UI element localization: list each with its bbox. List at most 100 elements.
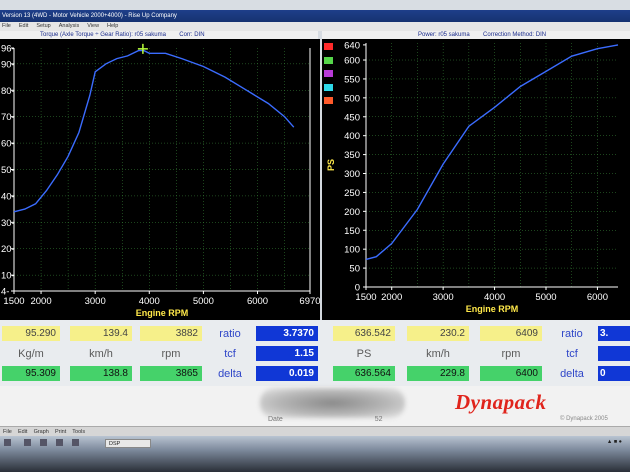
x-tick-label: 4000 xyxy=(139,296,160,307)
torque-panel-header: Torque (Axle Torque ÷ Gear Ratio): r05 s… xyxy=(0,31,318,39)
x-tick-label: 6000 xyxy=(587,292,608,303)
power-ratio-label: ratio xyxy=(561,328,583,340)
power-delta-label: delta xyxy=(560,368,584,380)
quicklaunch-icon-3[interactable] xyxy=(56,439,63,446)
y-tick-label: 200 xyxy=(344,207,360,218)
window-title: Version 13 (4WD - Motor Vehicle 2000+400… xyxy=(2,13,177,19)
y-tick-label: 150 xyxy=(344,226,360,237)
y-tick-label: 640 xyxy=(344,40,360,51)
power-panel-title: Power: r05 sakuma xyxy=(418,32,470,38)
torque-peak-speed: 138.8 xyxy=(70,366,132,381)
series-line-1 xyxy=(365,44,619,261)
taskbar-window-button[interactable]: DSP xyxy=(105,439,151,448)
x-axis-title: Engine RPM xyxy=(136,308,189,318)
y-tick-label: 60- xyxy=(1,139,15,150)
torque-speed-unit: km/h xyxy=(89,348,113,360)
menu-edit[interactable]: Edit xyxy=(19,22,28,31)
torque-peak-rpm: 3865 xyxy=(140,366,202,381)
torque-current-value: 95.290 xyxy=(2,326,60,341)
series-line-1 xyxy=(13,49,295,213)
x-tick-label: 1500 xyxy=(3,296,24,307)
x-tick-label: 2000 xyxy=(381,292,402,303)
y-tick-label: 100 xyxy=(344,245,360,256)
power-panel-header: Power: r05 sakuma Correction Method: DIN xyxy=(322,31,630,39)
power-tcf-value[interactable] xyxy=(598,346,630,361)
x-axis-title: Engine RPM xyxy=(466,304,519,314)
y-tick-label: 600 xyxy=(344,56,360,67)
y-tick-label: 550 xyxy=(344,74,360,85)
torque-ratio-value[interactable]: 3.7370 xyxy=(256,326,318,341)
y-tick-label: 30- xyxy=(1,218,15,229)
x-tick-label: 3000 xyxy=(85,296,106,307)
y-tick-label: 90- xyxy=(1,59,15,70)
legend-swatch-1[interactable] xyxy=(324,43,333,50)
power-rpm-unit: rpm xyxy=(501,348,521,360)
x-tick-label: 6000 xyxy=(247,296,268,307)
legend-swatch-5[interactable] xyxy=(324,97,333,104)
torque-chart[interactable]: 4- 10- 20- 30- 40- 50- 60- 70- 80- 90- 96- 1500 2000… xyxy=(0,39,320,320)
y-tick-label: 70- xyxy=(1,112,15,123)
power-current-rpm: 6409 xyxy=(480,326,542,341)
y-tick-label: 400 xyxy=(344,131,360,142)
readout-panel: 95.290 139.4 3882 ratio 3.7370 Kg/m km/h… xyxy=(0,320,630,386)
start-icon[interactable] xyxy=(4,439,11,446)
logo-subtitle: © Dynapack 2005 xyxy=(560,416,608,422)
menu-setup[interactable]: Setup xyxy=(36,22,50,31)
y-tick-label: 300 xyxy=(344,169,360,180)
power-current-speed: 230.2 xyxy=(407,326,469,341)
system-tray: ▲ ■ ● xyxy=(606,439,622,445)
power-peak-speed: 229.8 xyxy=(407,366,469,381)
quicklaunch-icon-2[interactable] xyxy=(40,439,47,446)
date-field: Date 52 xyxy=(268,416,383,423)
y-axis-title: PS xyxy=(326,159,336,171)
y-tick-label: 96- xyxy=(1,44,15,55)
y-tick-label: 20- xyxy=(1,244,15,255)
torque-delta-value[interactable]: 0.019 xyxy=(256,366,318,381)
menu-analysis[interactable]: Analysis xyxy=(59,22,79,31)
x-tick-label: 5000 xyxy=(193,296,214,307)
menu-view[interactable]: View xyxy=(87,22,99,31)
torque-correction: Corr: DIN xyxy=(179,32,205,38)
torque-tcf-label: tcf xyxy=(224,348,236,360)
redacted-customer-info xyxy=(260,388,405,418)
x-tick-label: 2000 xyxy=(30,296,51,307)
menu-help[interactable]: Help xyxy=(107,22,118,31)
power-correction: Correction Method: DIN xyxy=(483,32,547,38)
torque-tcf-value[interactable]: 1.15 xyxy=(256,346,318,361)
torque-peak-value: 95.309 xyxy=(2,366,60,381)
y-tick-label: 80- xyxy=(1,86,15,97)
power-chart[interactable]: 0 50 100 150 200 250 300 350 400 450 500 550 600 640 1… xyxy=(322,39,630,320)
y-tick-label: 50- xyxy=(1,165,15,176)
x-tick-label: 6970 xyxy=(299,296,320,307)
quicklaunch-icon-1[interactable] xyxy=(24,439,31,446)
x-tick-label: 1500 xyxy=(355,292,376,303)
torque-current-rpm: 3882 xyxy=(140,326,202,341)
power-tcf-label: tcf xyxy=(566,348,578,360)
menu-file[interactable]: File xyxy=(2,22,11,31)
y-tick-label: 350 xyxy=(344,150,360,161)
x-tick-label: 3000 xyxy=(433,292,454,303)
power-current-value: 636.542 xyxy=(333,326,395,341)
dynapack-logo: Dynapack xyxy=(455,390,547,414)
y-tick-label: 10- xyxy=(1,271,15,282)
x-tick-label: 5000 xyxy=(535,292,556,303)
window-title-bar: Version 13 (4WD - Motor Vehicle 2000+400… xyxy=(0,10,630,22)
legend-swatch-2[interactable] xyxy=(324,57,333,64)
power-chart-svg: 0501001502002503003504004505005506006401… xyxy=(326,40,619,314)
y-tick-label: 450 xyxy=(344,112,360,123)
power-delta-value[interactable]: 0 xyxy=(598,366,630,381)
torque-delta-label: delta xyxy=(218,368,242,380)
torque-current-speed: 139.4 xyxy=(70,326,132,341)
dyno-screen: Version 13 (4WD - Motor Vehicle 2000+400… xyxy=(0,0,630,472)
legend-swatch-3[interactable] xyxy=(324,70,333,77)
y-tick-label: 50 xyxy=(349,264,360,275)
power-speed-unit: km/h xyxy=(426,348,450,360)
power-ratio-value[interactable]: 3. xyxy=(598,326,630,341)
torque-rpm-unit: rpm xyxy=(161,348,181,360)
y-tick-label: 40- xyxy=(1,191,15,202)
quicklaunch-icon-4[interactable] xyxy=(72,439,79,446)
legend-swatch-4[interactable] xyxy=(324,84,333,91)
power-unit-label: PS xyxy=(356,348,372,360)
torque-unit-label: Kg/m xyxy=(18,348,44,360)
x-tick-label: 4000 xyxy=(484,292,505,303)
